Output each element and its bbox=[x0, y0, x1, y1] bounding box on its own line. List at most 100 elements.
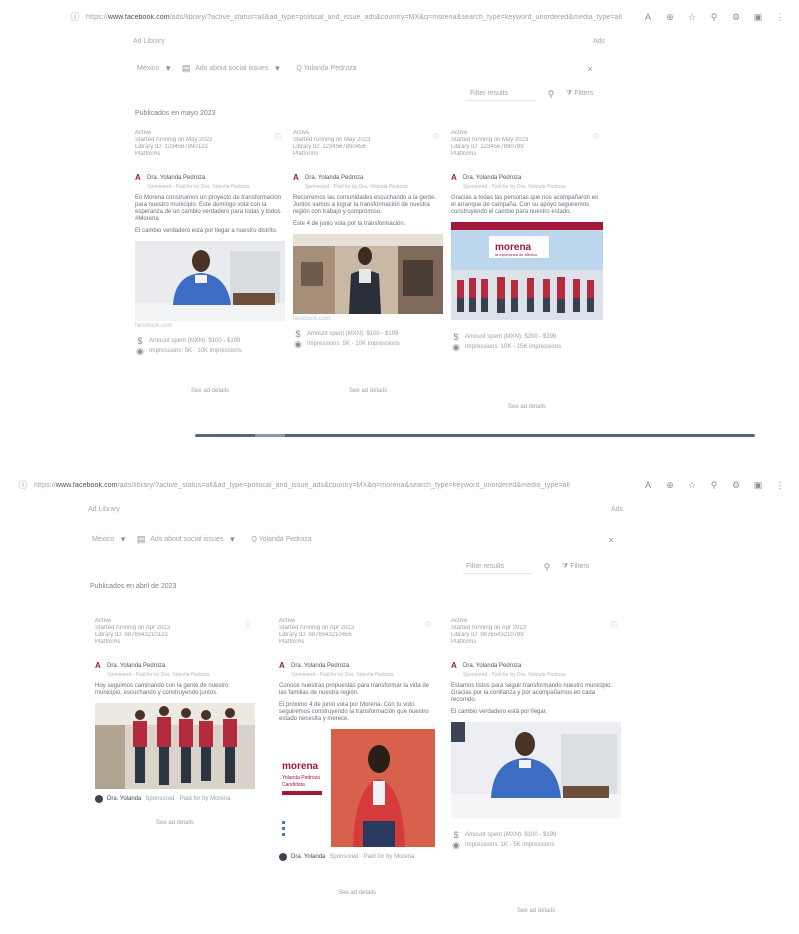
footer-author-name[interactable]: Dra. Yolanda bbox=[107, 796, 141, 802]
ad-footer-author: Dra. Yolanda Sponsored · Paid for by Mor… bbox=[95, 795, 255, 803]
search-icon[interactable]: ⚲ bbox=[709, 12, 719, 22]
extensions-icon[interactable]: ⚙ bbox=[731, 480, 741, 490]
ad-image[interactable] bbox=[135, 241, 285, 321]
query-value: Q Yolanda Pedroza bbox=[251, 535, 312, 543]
footer-author-name[interactable]: Dra. Yolanda bbox=[291, 854, 325, 860]
impressions: Impressions: 5K - 10K impressions bbox=[307, 341, 400, 347]
info-badge[interactable]: ⓘ bbox=[425, 620, 431, 629]
ad-stats: $ Amount spent (MXN): $100 - $199 ◉ Impres… bbox=[451, 830, 621, 850]
author-sponsored: Sponsored · Paid for by Dra. Yolanda Ped… bbox=[463, 184, 566, 190]
info-icon[interactable]: ⓘ bbox=[18, 480, 28, 490]
bookmark-star-icon[interactable]: ☆ bbox=[687, 12, 697, 22]
ad-footer-author: Dra. Yolanda Sponsored · Paid for by Mor… bbox=[279, 853, 435, 861]
author-name[interactable]: Dra. Yolanda Pedroza bbox=[291, 663, 349, 669]
ad-card: ⓘ Active Started running on Apr 2023 Lib… bbox=[279, 618, 435, 888]
info-icon[interactable]: ⓘ bbox=[70, 12, 80, 22]
filters-button[interactable]: ⧩ Filters bbox=[562, 563, 589, 571]
collections-icon[interactable]: ▣ bbox=[753, 12, 763, 22]
see-ad-details-button[interactable]: See ad details bbox=[293, 388, 443, 394]
filters-button[interactable]: ⧩ Filters bbox=[566, 90, 593, 98]
url-text[interactable]: https://www.facebook.com/ads/library/?ac… bbox=[86, 14, 629, 21]
zoom-icon[interactable]: ⊕ bbox=[665, 480, 675, 490]
scrollbar-thumb[interactable] bbox=[255, 434, 285, 437]
translate-icon[interactable]: A bbox=[643, 480, 653, 490]
section-title: Publicados en abril de 2023 bbox=[90, 583, 177, 590]
info-badge[interactable]: ⓘ bbox=[275, 132, 281, 141]
menu-icon[interactable]: ⋮ bbox=[775, 12, 785, 22]
see-ad-details-button[interactable]: See ad details bbox=[451, 908, 621, 914]
collections-icon[interactable]: ▣ bbox=[753, 480, 763, 490]
chevron-down-icon: ▾ bbox=[275, 63, 280, 73]
footer-meta: Sponsored · Paid for by Morena bbox=[329, 854, 415, 860]
author-name[interactable]: Dra. Yolanda Pedroza bbox=[463, 175, 521, 181]
ad-stats: $ Amount spent (MXN): $100 - $199 ◉ Impres… bbox=[135, 336, 285, 356]
author-name[interactable]: Dra. Yolanda Pedroza bbox=[305, 175, 363, 181]
ad-author: A Dra. Yolanda Pedroza Sponsored · Paid f… bbox=[293, 166, 443, 191]
search-icon[interactable]: ⚲ bbox=[542, 562, 552, 572]
ad-image[interactable] bbox=[293, 234, 443, 314]
zoom-icon[interactable]: ⊕ bbox=[665, 12, 675, 22]
bookmark-star-icon[interactable]: ☆ bbox=[687, 480, 697, 490]
results-search-input[interactable]: Filter results bbox=[466, 87, 536, 101]
ad-status: Active bbox=[279, 618, 296, 624]
author-name[interactable]: Dra. Yolanda Pedroza bbox=[107, 663, 165, 669]
ad-author: A Dra. Yolanda Pedroza Sponsored · Paid f… bbox=[135, 166, 285, 191]
office-photo bbox=[451, 722, 621, 818]
ad-library-id: Library ID: 9876543210789 bbox=[451, 632, 524, 638]
ad-image[interactable] bbox=[95, 703, 255, 789]
results-search-input[interactable]: Filter results bbox=[462, 560, 532, 574]
info-badge[interactable]: ⓘ bbox=[611, 620, 617, 629]
ad-image[interactable]: morena la esperanza de México bbox=[451, 222, 603, 320]
ad-author: A Dra. Yolanda Pedroza Sponsored · Paid f… bbox=[279, 654, 435, 679]
country-dropdown[interactable]: México ▾ bbox=[137, 63, 173, 73]
address-bar[interactable]: ⓘ https://www.facebook.com/ads/library/?… bbox=[0, 468, 799, 502]
url-path: /ads/library/?active_status=all&ad_type=… bbox=[117, 481, 570, 489]
search-icon[interactable]: ⚲ bbox=[546, 89, 556, 99]
money-icon: $ bbox=[453, 830, 459, 840]
chevron-down-icon: ▾ bbox=[165, 63, 171, 73]
see-ad-details-button[interactable]: See ad details bbox=[279, 890, 435, 896]
clear-query-icon[interactable]: × bbox=[585, 64, 595, 74]
search-query-field[interactable]: Q Yolanda Pedroza bbox=[296, 65, 356, 72]
translate-icon[interactable]: A bbox=[643, 12, 653, 22]
money-icon: $ bbox=[137, 336, 143, 346]
info-badge[interactable]: ⓘ bbox=[245, 620, 251, 629]
clear-query-icon[interactable]: × bbox=[606, 535, 616, 545]
see-ad-details-button[interactable]: See ad details bbox=[135, 388, 285, 394]
ad-image[interactable] bbox=[451, 722, 621, 818]
eye-icon: ◉ bbox=[294, 339, 302, 349]
extensions-icon[interactable]: ⚙ bbox=[731, 12, 741, 22]
top-right-label[interactable]: Ads bbox=[593, 38, 605, 45]
see-ad-details-button[interactable]: See ad details bbox=[95, 820, 255, 826]
search-icon[interactable]: ⚲ bbox=[709, 480, 719, 490]
ad-library-id: Library ID: 1234567890789 bbox=[451, 144, 524, 150]
author-sponsored: Sponsored · Paid for by Dra. Yolanda Ped… bbox=[463, 672, 566, 678]
search-query-field[interactable]: Q Yolanda Pedroza bbox=[251, 536, 311, 543]
canvassing-photo bbox=[95, 703, 255, 789]
url-prefix: https:// bbox=[34, 481, 56, 489]
author-name[interactable]: Dra. Yolanda Pedroza bbox=[463, 663, 521, 669]
author-name[interactable]: Dra. Yolanda Pedroza bbox=[147, 175, 205, 181]
category-dropdown[interactable]: ▤ Ads about social issues ▾ bbox=[136, 534, 237, 544]
category-icon: ▤ bbox=[181, 63, 191, 73]
ad-status: Active bbox=[95, 618, 112, 624]
ad-meta: Active Started running on Apr 2023 Libra… bbox=[279, 618, 435, 646]
info-badge[interactable]: ⓘ bbox=[433, 132, 439, 141]
eye-icon: ◉ bbox=[452, 342, 460, 352]
info-badge[interactable]: ⓘ bbox=[593, 132, 599, 141]
country-dropdown[interactable]: México ▾ bbox=[92, 534, 128, 544]
money-icon: $ bbox=[453, 332, 459, 342]
address-bar[interactable]: ⓘ https://www.facebook.com/ads/library/?… bbox=[0, 0, 799, 34]
top-right-label[interactable]: Ads bbox=[611, 506, 623, 513]
ad-platforms: Platforms bbox=[279, 639, 305, 645]
morena-logo-icon: A bbox=[293, 173, 299, 182]
menu-icon[interactable]: ⋮ bbox=[775, 480, 785, 490]
author-sponsored: Sponsored · Paid for by Dra. Yolanda Ped… bbox=[107, 672, 210, 678]
see-ad-details-button[interactable]: See ad details bbox=[451, 404, 603, 410]
category-dropdown[interactable]: ▤ Ads about social issues ▾ bbox=[181, 63, 282, 73]
ad-start-date: Started running on Apr 2023 bbox=[95, 625, 171, 631]
ad-text: Hoy seguimos caminando con la gente de n… bbox=[95, 683, 229, 696]
ad-author: A Dra. Yolanda Pedroza Sponsored · Paid f… bbox=[95, 654, 255, 679]
url-text[interactable]: https://www.facebook.com/ads/library/?ac… bbox=[34, 482, 629, 489]
ad-image[interactable]: morena Yolanda Pedroza Candidata bbox=[279, 729, 435, 847]
